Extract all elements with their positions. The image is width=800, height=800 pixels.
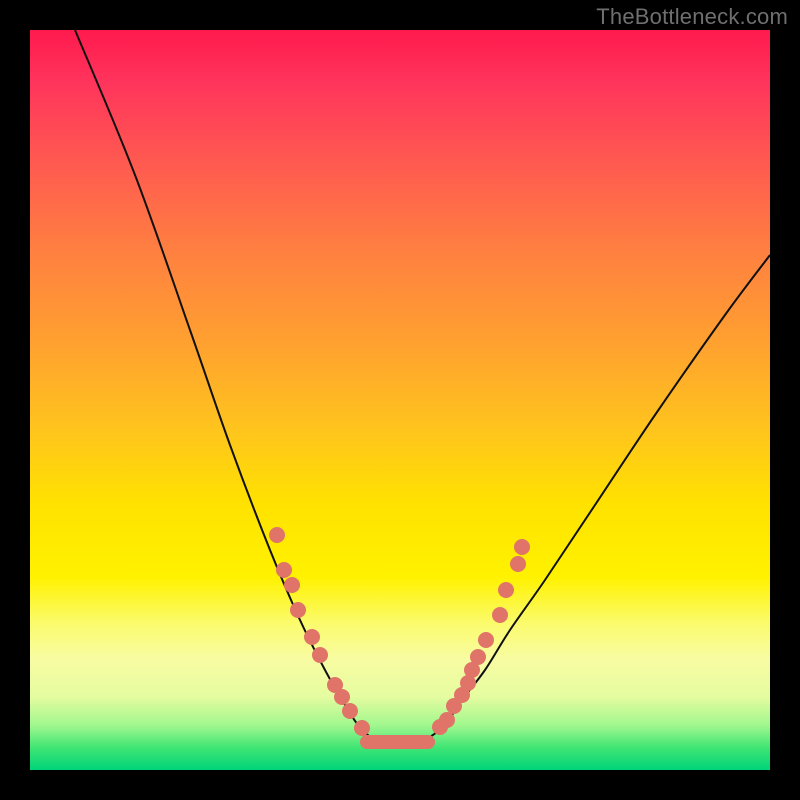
dots-left (269, 527, 370, 736)
data-point (304, 629, 320, 645)
data-point (354, 720, 370, 736)
data-point (498, 582, 514, 598)
data-point (470, 649, 486, 665)
data-point (439, 712, 455, 728)
data-point (492, 607, 508, 623)
data-point (510, 556, 526, 572)
data-point (312, 647, 328, 663)
curve-layer (30, 30, 770, 770)
data-point (284, 577, 300, 593)
data-point (334, 689, 350, 705)
chart-frame: TheBottleneck.com (0, 0, 800, 800)
data-point (276, 562, 292, 578)
data-point (342, 703, 358, 719)
data-point (514, 539, 530, 555)
dots-right (432, 539, 530, 735)
data-point (290, 602, 306, 618)
data-point (269, 527, 285, 543)
watermark-text: TheBottleneck.com (596, 4, 788, 30)
plot-area (30, 30, 770, 770)
valley-band (360, 735, 435, 749)
data-point (478, 632, 494, 648)
right-curve (430, 255, 770, 737)
left-curve (75, 30, 370, 737)
